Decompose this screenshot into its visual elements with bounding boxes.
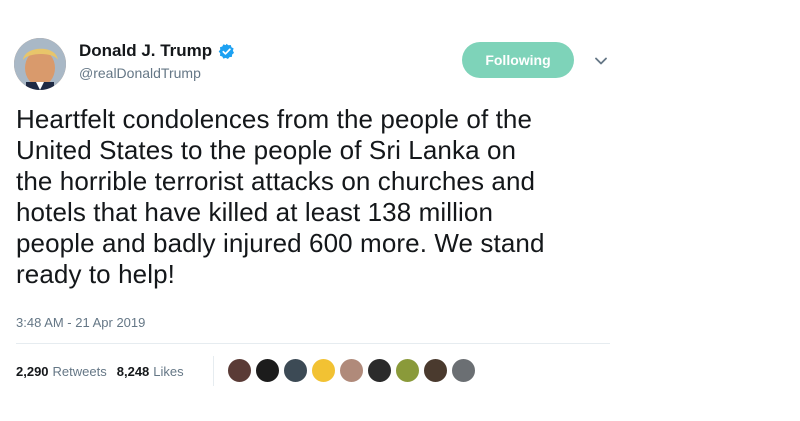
liker-avatar-4[interactable] — [311, 358, 336, 383]
liker-avatar-3[interactable] — [283, 358, 308, 383]
liker-avatar-1[interactable] — [227, 358, 252, 383]
liker-avatar-7[interactable] — [395, 358, 420, 383]
retweets-stat[interactable]: 2,290 Retweets — [16, 364, 107, 379]
author-handle[interactable]: @realDonaldTrump — [79, 65, 235, 81]
stats-vertical-divider — [213, 356, 214, 386]
tweet-card: Donald J. Trump @realDonaldTrump Followi… — [0, 0, 800, 421]
chevron-down-icon — [595, 52, 607, 70]
likes-stat[interactable]: 8,248 Likes — [117, 364, 184, 379]
tweet-stats: 2,290 Retweets 8,248 Likes — [16, 360, 194, 382]
author-info: Donald J. Trump @realDonaldTrump — [79, 40, 235, 81]
likers-avatars — [227, 358, 476, 383]
following-button[interactable]: Following — [462, 42, 574, 78]
author-avatar[interactable] — [14, 38, 66, 90]
likes-count: 8,248 — [116, 363, 150, 379]
liker-avatar-2[interactable] — [255, 358, 280, 383]
liker-avatar-5[interactable] — [339, 358, 364, 383]
tweet-menu-button[interactable] — [591, 53, 611, 69]
retweets-label: Retweets — [52, 363, 107, 379]
retweets-count: 2,290 — [16, 363, 49, 379]
display-name-row: Donald J. Trump — [79, 40, 235, 62]
stats-divider-line — [16, 343, 610, 344]
verified-badge-icon — [218, 43, 235, 60]
liker-avatar-8[interactable] — [423, 358, 448, 383]
display-name[interactable]: Donald J. Trump — [79, 41, 212, 61]
tweet-text: Heartfelt condolences from the people of… — [16, 104, 545, 289]
likes-label: Likes — [153, 363, 184, 379]
liker-avatar-9[interactable] — [451, 358, 476, 383]
tweet-timestamp[interactable]: 3:48 AM - 21 Apr 2019 — [16, 315, 145, 330]
liker-avatar-6[interactable] — [367, 358, 392, 383]
